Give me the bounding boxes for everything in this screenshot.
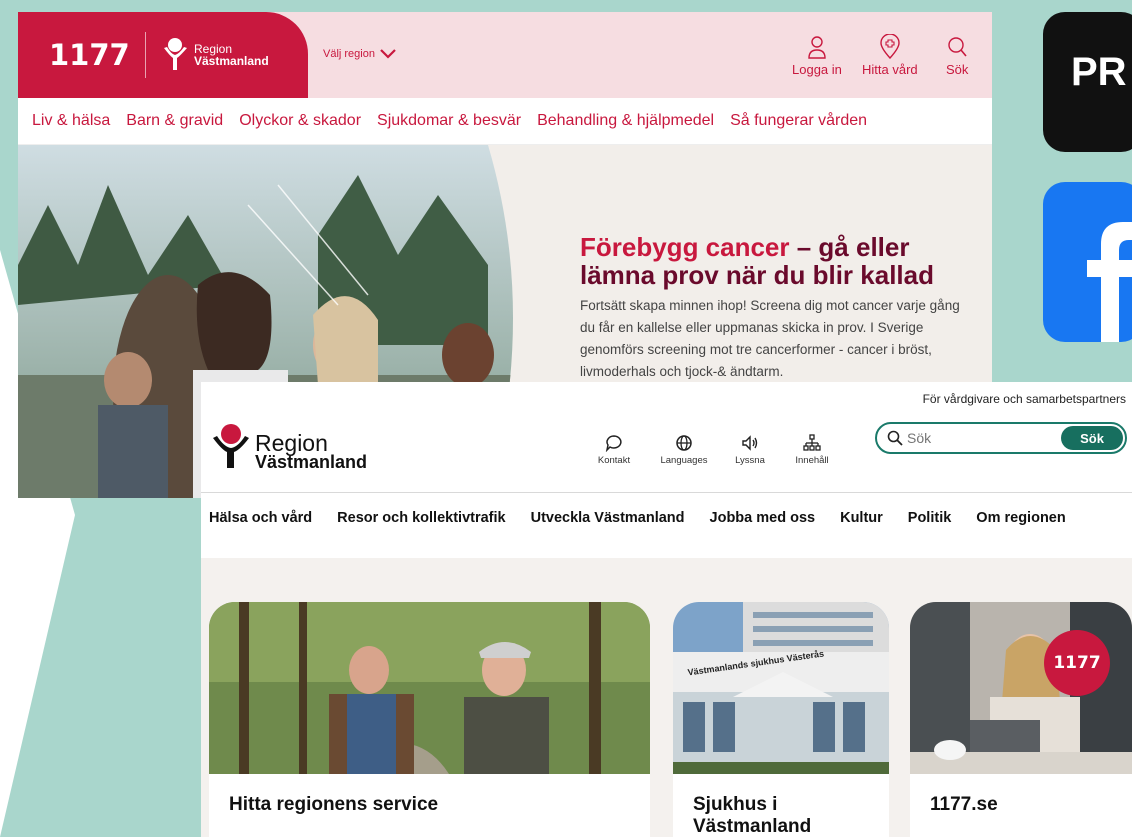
header-divider — [201, 492, 1132, 493]
nav-item-liv-halsa[interactable]: Liv & hälsa — [32, 112, 110, 130]
nav-item-halsa-vard[interactable]: Hälsa och vård — [209, 510, 312, 532]
contact-label: Kontakt — [597, 455, 631, 466]
region-logo-icon[interactable] — [211, 422, 251, 470]
header-1177: 1177 Region Västmanland Välj region Logg… — [18, 12, 992, 98]
search-icon — [948, 37, 967, 57]
listen-label: Lyssna — [735, 455, 765, 466]
card-sjukhus[interactable]: Västmanlands sjukhus Västerås Sjukhus i … — [673, 602, 889, 837]
card-title-hitta-service: Hitta regionens service — [229, 794, 439, 815]
nav-item-sjukdomar-besvar[interactable]: Sjukdomar & besvär — [377, 112, 521, 130]
card-title-1177: 1177.se — [930, 794, 998, 815]
nav-item-om-regionen[interactable]: Om regionen — [976, 510, 1065, 532]
search-input[interactable] — [907, 428, 1047, 448]
listen-button[interactable]: Lyssna — [720, 434, 780, 466]
sitemap-icon — [803, 434, 821, 451]
region-logo-icon — [164, 38, 187, 70]
main-nav: Hälsa och vård Resor och kollektivtrafik… — [209, 510, 1091, 532]
badge-1177: 1177 — [1044, 630, 1110, 696]
card-title-sjukhus: Sjukhus i Västmanland — [693, 794, 812, 837]
hero-title[interactable]: Förebygg cancer – gå eller lämna prov nä… — [580, 233, 960, 289]
card-photo-hospital — [673, 602, 889, 774]
nav-item-sa-fungerar[interactable]: Så fungerar vården — [730, 112, 867, 130]
nav-item-utveckla[interactable]: Utveckla Västmanland — [531, 510, 685, 532]
nav-item-politik[interactable]: Politik — [908, 510, 952, 532]
select-region-label: Välj region — [323, 48, 375, 60]
nav-item-resor[interactable]: Resor och kollektivtrafik — [337, 510, 505, 532]
nav-item-behandling[interactable]: Behandling & hjälpmedel — [537, 112, 714, 130]
search-label-1177: Sök — [946, 62, 969, 77]
pr-tile: PR — [1043, 12, 1132, 152]
pr-tile-text: PR — [1071, 50, 1127, 94]
brand-divider — [145, 32, 146, 78]
chat-bubble-icon — [605, 435, 622, 452]
chevron-down-icon — [380, 49, 396, 59]
user-icon — [808, 36, 826, 59]
card-photo-laptop — [910, 602, 1132, 774]
logo-line2: Västmanland — [255, 452, 368, 472]
search-icon — [887, 430, 903, 446]
logo-1177[interactable]: 1177 — [49, 38, 130, 72]
contents-button[interactable]: Innehåll — [782, 434, 842, 466]
login-label: Logga in — [792, 62, 842, 77]
select-region-button[interactable]: Välj region — [323, 48, 396, 60]
search-submit-button[interactable]: Sök — [1061, 426, 1123, 450]
nav-item-jobba[interactable]: Jobba med oss — [710, 510, 816, 532]
find-care-button[interactable]: Hitta vård — [862, 34, 918, 77]
languages-button[interactable]: Languages — [654, 434, 714, 466]
card-photo-seniors — [209, 602, 650, 774]
nav-item-kultur[interactable]: Kultur — [840, 510, 883, 532]
contact-button[interactable]: Kontakt — [584, 434, 644, 466]
location-pin-icon — [880, 34, 900, 60]
card-hitta-service[interactable]: Hitta regionens service — [209, 602, 650, 837]
region-name-line2: Västmanland — [194, 54, 269, 68]
login-button[interactable]: Logga in — [792, 34, 842, 77]
nav-1177: Liv & hälsa Barn & gravid Olyckor & skad… — [18, 98, 992, 145]
nav-item-olyckor-skador[interactable]: Olyckor & skador — [239, 112, 361, 130]
brand-block[interactable]: 1177 Region Västmanland — [18, 12, 308, 98]
contents-label: Innehåll — [795, 455, 829, 466]
facebook-tile — [1043, 182, 1132, 342]
search-button-1177[interactable]: Sök — [946, 34, 968, 77]
hero-body: Fortsätt skapa minnen ihop! Screena dig … — [580, 298, 960, 379]
hero-title-accent: Förebygg cancer — [580, 232, 790, 262]
search-box: Sök — [875, 422, 1127, 454]
facebook-icon — [1087, 222, 1132, 342]
nav-item-barn-gravid[interactable]: Barn & gravid — [126, 112, 223, 130]
partners-link[interactable]: För vårdgivare och samarbetspartners — [923, 392, 1126, 406]
content-area: Hitta regionens service Västmanlands sju… — [201, 558, 1132, 837]
globe-icon — [676, 435, 692, 451]
find-care-label: Hitta vård — [862, 62, 918, 77]
window-region-vastmanland: För vårdgivare och samarbetspartners Reg… — [201, 382, 1132, 837]
languages-label: Languages — [660, 455, 708, 466]
speaker-icon — [742, 435, 758, 451]
card-1177[interactable]: 1177 1177.se — [910, 602, 1132, 837]
